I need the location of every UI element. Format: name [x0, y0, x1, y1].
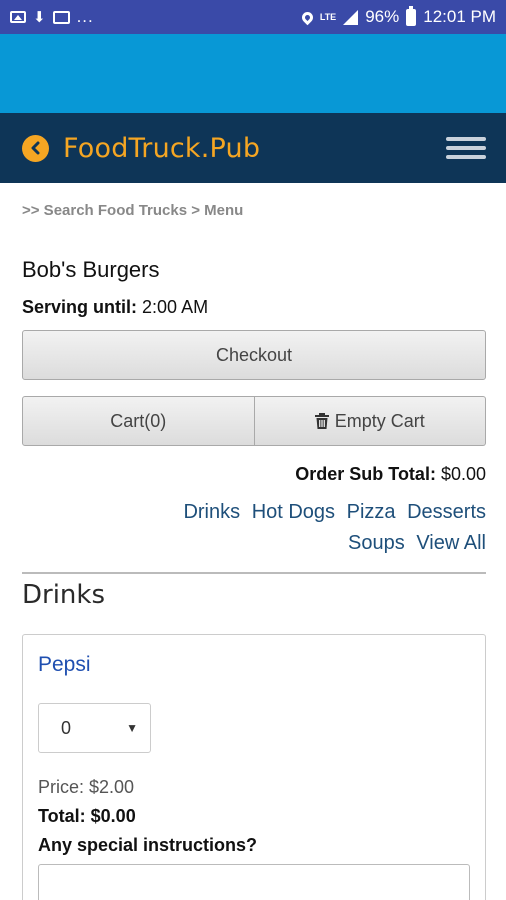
- status-bar-left: ⬇ ...: [10, 7, 94, 27]
- checkout-button[interactable]: Checkout: [22, 330, 486, 380]
- empty-cart-label: Empty Cart: [334, 410, 425, 431]
- clock: 12:01 PM: [423, 7, 496, 26]
- app-top-bar: [0, 34, 506, 113]
- cart-button[interactable]: Cart(0): [22, 396, 255, 446]
- breadcrumb[interactable]: >> Search Food Trucks > Menu: [22, 202, 486, 219]
- category-link-soups[interactable]: Soups: [348, 532, 405, 554]
- status-bar-right: LTE 96% 12:01 PM: [299, 5, 496, 27]
- serving-time: 2:00 AM: [142, 297, 209, 317]
- serving-hours: Serving until: 2:00 AM: [22, 297, 486, 318]
- download-icon: ⬇: [33, 8, 46, 26]
- item-price: Price: $2.00: [38, 777, 135, 797]
- category-link-view-all[interactable]: View All: [416, 532, 486, 554]
- status-bar: ⬇ ... LTE 96% 12:01 PM: [0, 0, 506, 34]
- signal-icon: [343, 9, 359, 25]
- subtotal-label: Order Sub Total:: [295, 464, 436, 484]
- site-title[interactable]: FoodTruck.Pub: [63, 133, 260, 164]
- empty-cart-button[interactable]: Empty Cart: [254, 396, 486, 446]
- quantity-select[interactable]: 0 ▼: [38, 703, 151, 753]
- category-links: Drinks Hot Dogs Pizza Desserts Soups Vie…: [22, 497, 486, 559]
- hamburger-menu-icon[interactable]: [446, 134, 486, 162]
- section-divider: [22, 572, 486, 574]
- serving-label: Serving until:: [22, 297, 138, 317]
- location-icon: [299, 9, 316, 25]
- category-link-hot-dogs[interactable]: Hot Dogs: [252, 501, 335, 523]
- mail-icon: [52, 10, 70, 24]
- section-title: Drinks: [22, 580, 106, 610]
- trash-icon: [314, 413, 329, 429]
- special-instructions-input[interactable]: [38, 864, 470, 900]
- battery-percent: 96%: [365, 7, 400, 26]
- main-content: >> Search Food Trucks > Menu Bob's Burge…: [22, 183, 486, 900]
- image-notification-icon: [10, 11, 26, 23]
- order-subtotal: Order Sub Total: $0.00: [22, 464, 486, 485]
- dropdown-caret-icon: ▼: [126, 721, 138, 735]
- instructions-label: Any special instructions?: [38, 835, 258, 855]
- cart-button-group: Cart(0) Empty Cart: [22, 396, 486, 446]
- item-total: Total: $0.00: [38, 806, 136, 826]
- quantity-value: 0: [61, 717, 72, 738]
- category-link-drinks[interactable]: Drinks: [183, 501, 240, 523]
- menu-item-card: Pepsi 0 ▼ Price: $2.00 Total: $0.00 Any …: [22, 634, 486, 900]
- more-notifications-text: ...: [76, 7, 94, 26]
- back-chevron-icon[interactable]: [22, 134, 49, 162]
- app-header: FoodTruck.Pub: [0, 113, 506, 183]
- item-name[interactable]: Pepsi: [38, 653, 470, 677]
- truck-name: Bob's Burgers: [22, 257, 160, 282]
- battery-icon: [406, 5, 417, 26]
- lte-indicator: LTE: [319, 11, 337, 22]
- category-link-desserts[interactable]: Desserts: [407, 501, 486, 523]
- subtotal-value: $0.00: [440, 464, 486, 484]
- category-link-pizza[interactable]: Pizza: [347, 501, 396, 523]
